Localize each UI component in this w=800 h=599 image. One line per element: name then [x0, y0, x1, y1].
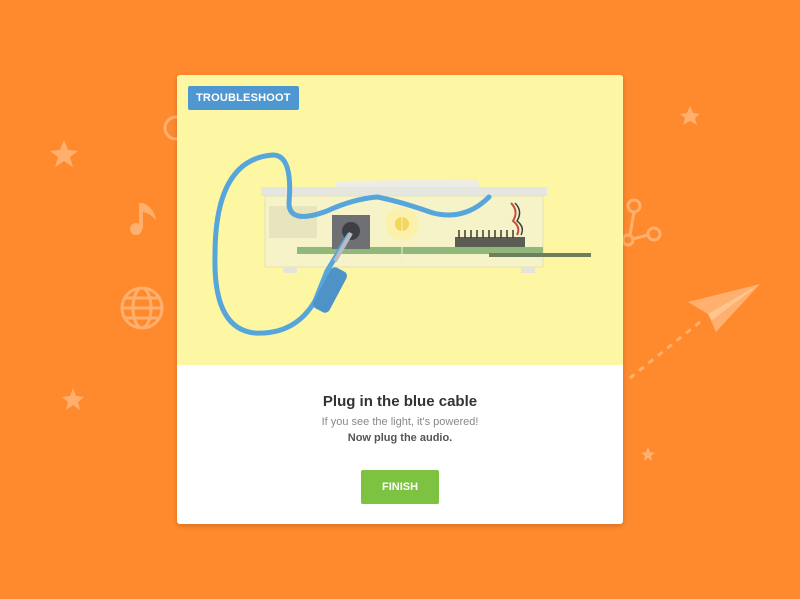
step-instruction: Now plug the audio.: [347, 432, 453, 444]
router-cable-graphic: [212, 152, 591, 336]
troubleshoot-card: TROUBLESHOOT Plug in the blue cable If y…: [177, 75, 623, 524]
paper-plane-icon: [629, 284, 760, 380]
step-subtitle: If you see the light, it's powered!: [321, 416, 479, 428]
finish-button[interactable]: FINISH: [361, 470, 439, 504]
star-icon: [641, 447, 655, 461]
step-title: Plug in the blue cable: [322, 393, 478, 410]
star-icon: [62, 388, 84, 410]
troubleshoot-tag: TROUBLESHOOT: [188, 86, 299, 110]
star-icon: [680, 106, 700, 125]
globe-icon: [120, 286, 164, 330]
device-illustration: TROUBLESHOOT: [177, 75, 623, 365]
star-icon: [50, 140, 78, 167]
share-icon: [621, 198, 662, 247]
music-note-icon: [130, 203, 156, 235]
